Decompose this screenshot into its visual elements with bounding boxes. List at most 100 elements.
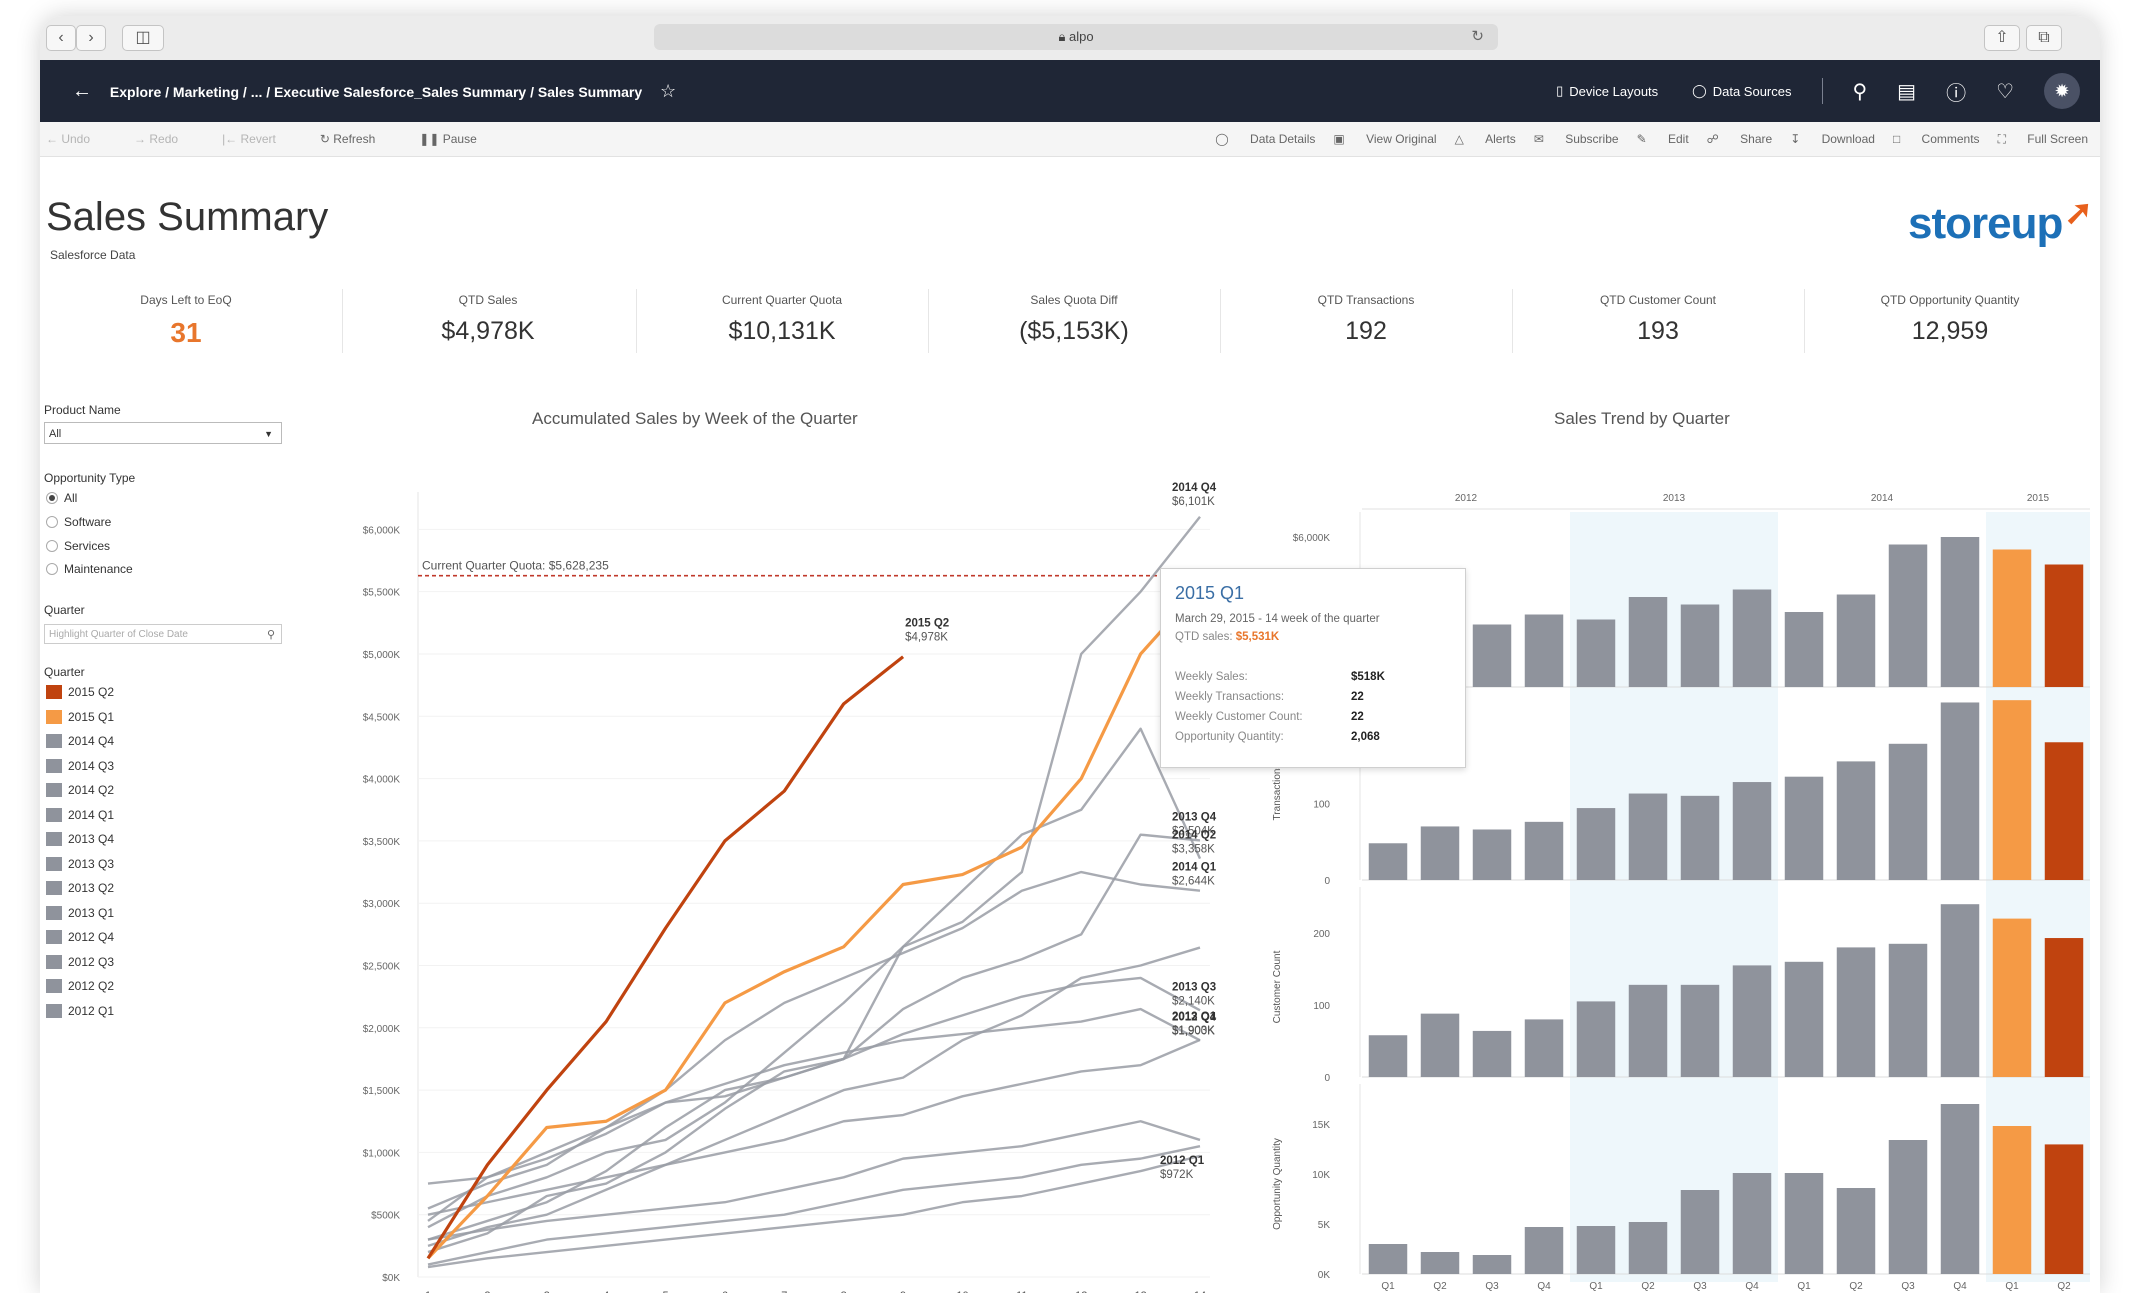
tabs-icon[interactable]: ⧉ (2026, 25, 2062, 51)
bar (1524, 614, 1564, 687)
tooltip-row: Weekly Transactions: 22 (1175, 691, 1465, 703)
refresh-button[interactable]: ↻ Refresh (320, 132, 397, 146)
legend-item[interactable]: 2013 Q3 (46, 856, 115, 871)
radio-services[interactable]: Services (46, 539, 110, 553)
app-header: ← Explore / Marketing / ... / Executive … (40, 60, 2100, 122)
bar (1628, 597, 1668, 687)
tooltip-row-value: 22 (1351, 711, 1364, 723)
bar (1992, 918, 2032, 1077)
notes-icon[interactable]: ▤ (1897, 79, 1916, 104)
bar (1628, 984, 1668, 1077)
bar (1784, 961, 1824, 1077)
legend-item[interactable]: 2014 Q1 (46, 807, 114, 822)
bar (1888, 943, 1928, 1077)
view-original-button[interactable]: ▣ View Original (1333, 132, 1436, 146)
reload-icon[interactable]: ↻ (1471, 24, 1484, 50)
storeup-logo: storeup➚ (1908, 194, 2093, 249)
accumulated-sales-line-chart[interactable]: $0K $500K $1,000K $1,500K $2,000K $2,500K $3,0… (270, 442, 1220, 1293)
kpi-label: QTD Sales (458, 293, 518, 307)
view-toolbar: ← Undo → Redo |← Revert ↻ Refresh ❚❚ Pau… (40, 122, 2100, 157)
edit-button[interactable]: ✎ Edit (1637, 132, 1689, 146)
device-layouts-button[interactable]: ▯ Device Layouts (1556, 83, 1658, 99)
revert-label: Revert (240, 132, 276, 146)
series-end-value: $972K (1160, 1169, 1194, 1181)
revert-button[interactable]: |← Revert (222, 132, 298, 146)
subscribe-button[interactable]: ✉ Subscribe (1534, 132, 1619, 146)
legend-label: 2015 Q2 (68, 685, 115, 699)
quarter-filter-label: Quarter (44, 603, 85, 617)
bar (1420, 1252, 1460, 1274)
search-icon[interactable]: ⚲ (1853, 79, 1868, 104)
bar (1472, 1255, 1512, 1274)
legend-item[interactable]: 2012 Q3 (46, 954, 114, 969)
legend-item[interactable]: 2015 Q2 (46, 685, 114, 699)
pause-button[interactable]: ❚❚ Pause (419, 132, 498, 146)
product-name-dropdown[interactable]: All ▼ (44, 422, 282, 444)
breadcrumb: ← Explore / Marketing / ... / Executive … (72, 60, 676, 122)
alerts-label: Alerts (1485, 132, 1516, 146)
comments-button[interactable]: □ Comments (1893, 132, 1980, 146)
bar (1940, 537, 1980, 687)
full-screen-button[interactable]: ⛶ Full Screen (1998, 132, 2088, 147)
share-button[interactable]: ☍ Share (1707, 132, 1773, 146)
kpi-qtd-sales: QTD Sales $4,978K (342, 283, 634, 363)
quarter-legend-label: Quarter (44, 665, 85, 679)
share-icon[interactable]: ⇧ (1984, 25, 2020, 51)
data-details-button[interactable]: ◯ Data Details (1215, 132, 1315, 146)
tooltip-row-value: 22 (1351, 691, 1364, 703)
breadcrumb-text[interactable]: Explore / Marketing / ... / Executive Sa… (110, 84, 642, 100)
legend-label: 2013 Q3 (68, 856, 115, 871)
back-arrow-icon[interactable]: ← (72, 80, 92, 102)
legend-swatch (46, 954, 62, 969)
legend-item[interactable]: 2015 Q1 (46, 709, 114, 724)
radio-software[interactable]: Software (46, 515, 111, 529)
legend-item[interactable]: 2014 Q2 (46, 783, 114, 797)
quarter-tick-label: Q4 (1745, 1281, 1759, 1292)
bar (1680, 604, 1720, 687)
address-bar[interactable]: 🔒︎ alpo ↻ (654, 24, 1498, 50)
bar (1576, 808, 1616, 880)
bar (1992, 1126, 2032, 1274)
download-button[interactable]: ↧ Download (1790, 132, 1875, 146)
chart-tooltip: 2015 Q1 March 29, 2015 - 14 week of the … (1160, 568, 1466, 768)
legend-item[interactable]: 2012 Q1 (46, 1003, 114, 1018)
bar (1836, 594, 1876, 687)
forward-icon[interactable]: › (76, 25, 106, 51)
legend-item[interactable]: 2013 Q1 (46, 905, 114, 920)
radio-all[interactable]: All (46, 491, 77, 505)
legend-item[interactable]: 2012 Q2 (46, 979, 114, 993)
legend-item[interactable]: 2012 Q4 (46, 930, 114, 944)
alerts-button[interactable]: △ Alerts (1455, 132, 1516, 146)
y-tick-label: $3,500K (363, 837, 401, 848)
kpi-quarter-quota: Current Quarter Quota $10,131K (636, 283, 928, 363)
legend-label: 2014 Q3 (68, 758, 115, 773)
bar (1524, 1227, 1564, 1274)
sidebar-icon[interactable]: ◫ (122, 25, 164, 51)
quarter-tick-label: Q1 (2005, 1281, 2019, 1292)
panel-tick-label: 10K (1312, 1170, 1330, 1181)
legend-item[interactable]: 2014 Q3 (46, 758, 115, 773)
bell-icon[interactable]: ♡ (1996, 79, 2014, 104)
legend-item[interactable]: 2014 Q4 (46, 734, 114, 748)
back-icon[interactable]: ‹ (46, 25, 76, 51)
logo-text: storeup (1908, 199, 2063, 248)
line-chart-title: Accumulated Sales by Week of the Quarter (532, 409, 858, 428)
redo-button[interactable]: → Redo (134, 132, 200, 146)
y-tick-label: $1,000K (363, 1148, 401, 1159)
browser-window: ‹ › ◫ 🔒︎ alpo ↻ ⇧ ⧉ ← Explore / Marketin… (40, 16, 2100, 1293)
legend-item[interactable]: 2013 Q2 (46, 881, 114, 895)
user-avatar[interactable]: ✹ (2044, 73, 2080, 109)
database-icon: ◯ (1692, 83, 1707, 98)
legend-item[interactable]: 2013 Q4 (46, 832, 114, 846)
data-sources-button[interactable]: ◯ Data Sources (1692, 83, 1791, 99)
quarter-search-input[interactable]: Highlight Quarter of Close Date ⚲ (44, 624, 282, 644)
bar (1628, 1222, 1668, 1274)
favorite-star-icon[interactable]: ☆ (660, 81, 676, 101)
kpi-label: QTD Opportunity Quantity (1880, 293, 2020, 307)
dashboard: Sales Summary Salesforce Data storeup➚ D… (40, 157, 2100, 1293)
help-icon[interactable]: ⓘ (1946, 77, 1966, 106)
series-line (426, 655, 905, 1260)
undo-button[interactable]: ← Undo (46, 132, 112, 146)
year-label: 2012 (1455, 493, 1478, 504)
radio-maintenance[interactable]: Maintenance (46, 562, 133, 576)
